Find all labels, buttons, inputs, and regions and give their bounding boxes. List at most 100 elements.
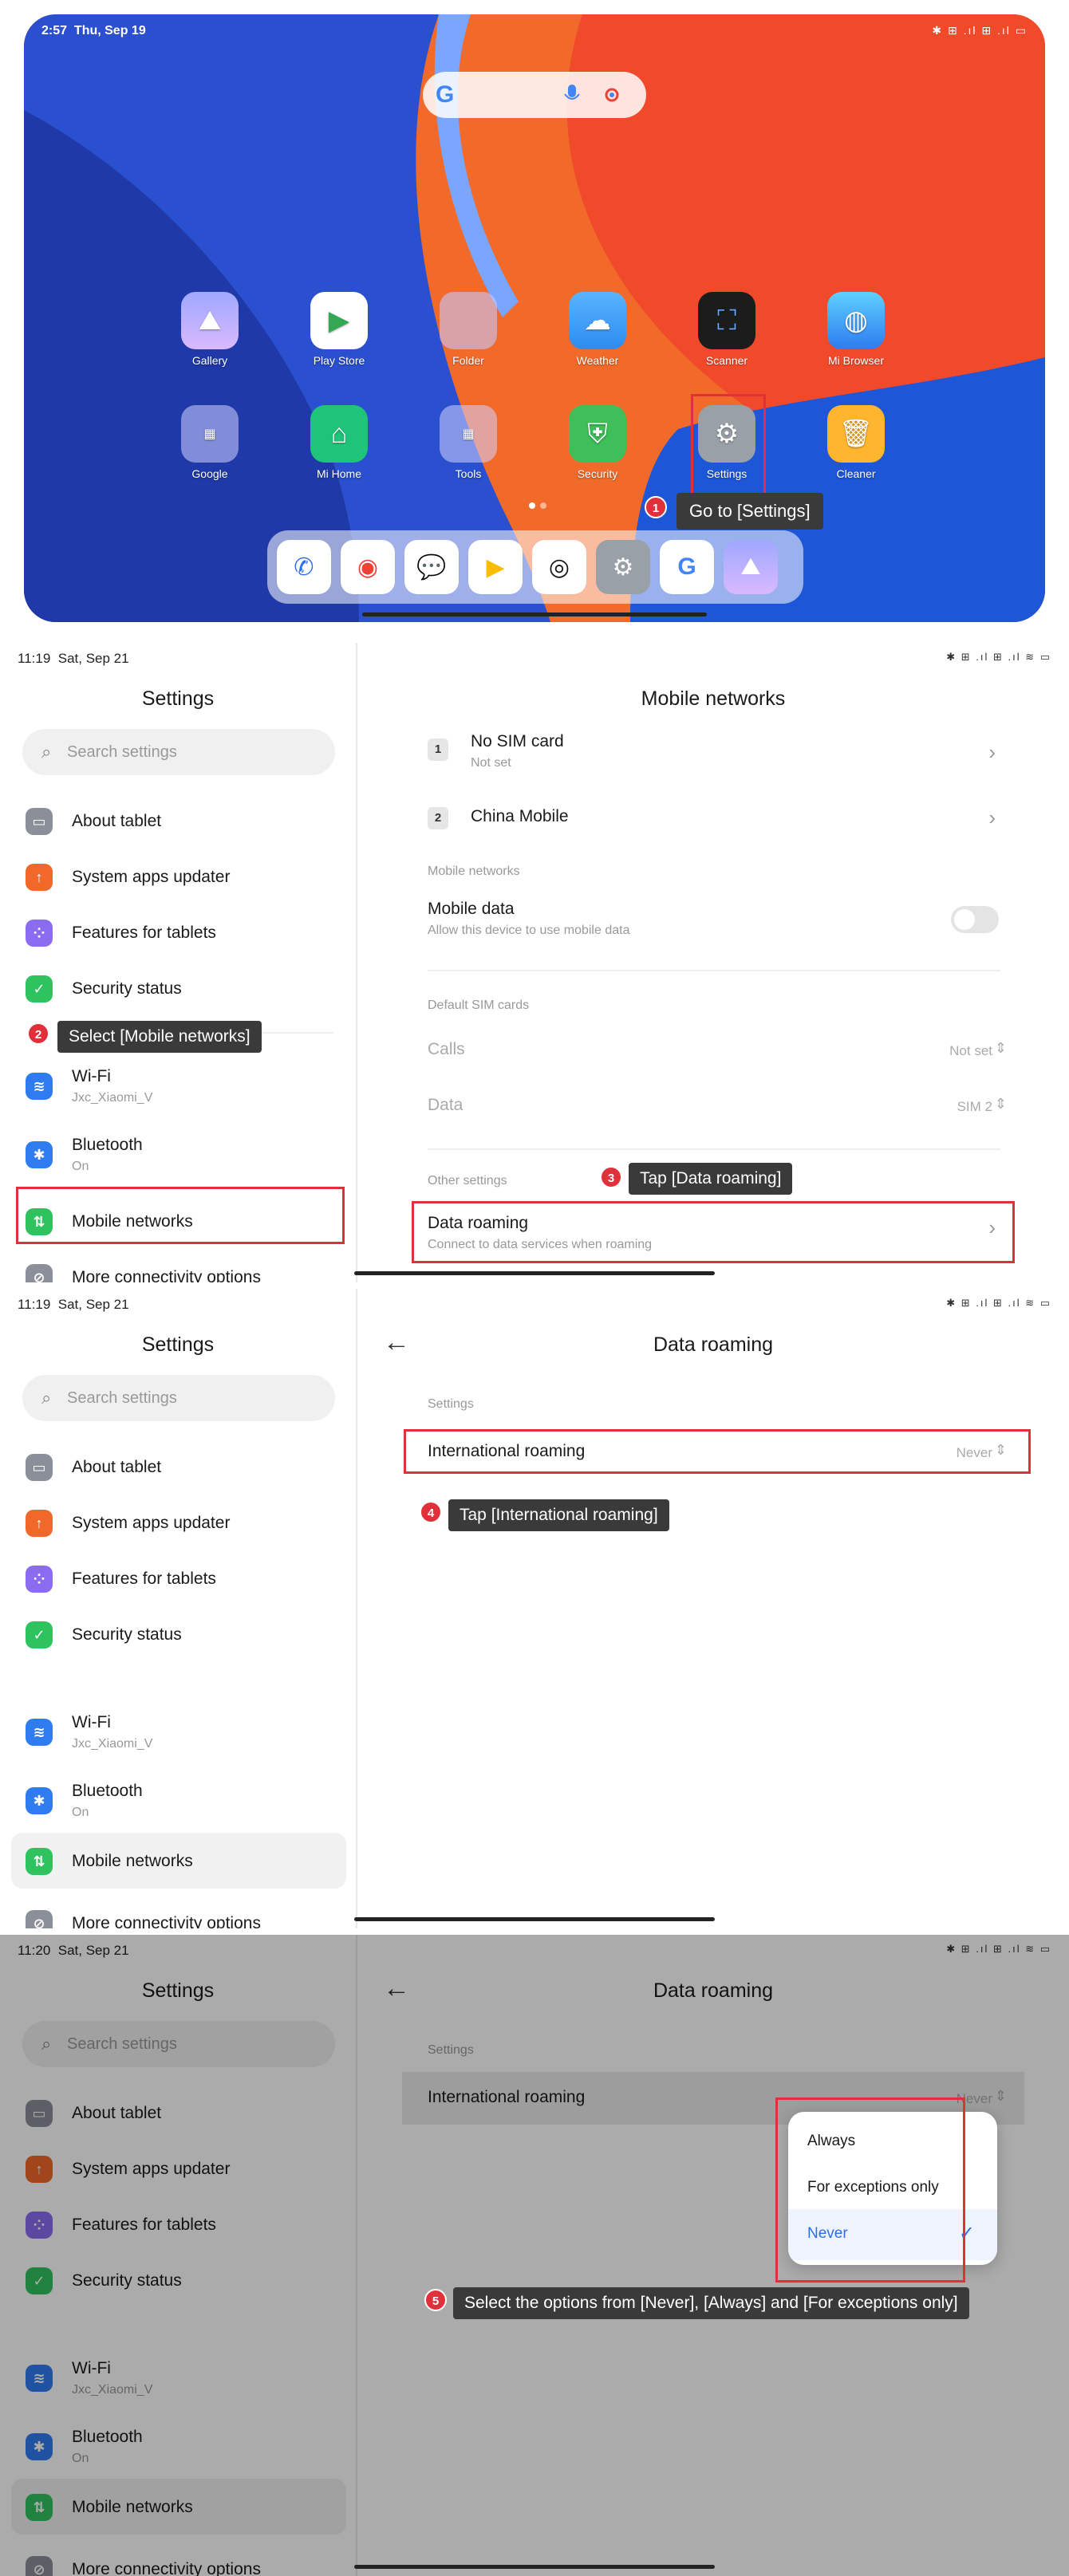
- app-mi-browser[interactable]: ◍ Mi Browser: [816, 292, 896, 367]
- tablet-icon: ▭: [26, 808, 53, 835]
- home-screen: 2:57 Thu, Sep 19 ✱ ⊞ .ıl ⊞ .ıl ▭ G ⛰ Gal…: [24, 14, 1045, 622]
- roaming-options-panel: 11:20 Sat, Sep 21 ✱ ⊞ .ıl ⊞ .ıl ≋ ▭ Sett…: [0, 1935, 1069, 2576]
- google-icon[interactable]: G: [660, 540, 714, 594]
- sidebar-item-bluetooth[interactable]: ✱ Bluetooth On: [11, 1126, 346, 1182]
- section-settings: Settings: [428, 1397, 474, 1411]
- grid-icon: ⁘: [26, 920, 53, 947]
- scanner-icon: ⛶: [698, 292, 755, 349]
- sidebar-item-security-status[interactable]: ✓ Security status: [11, 1606, 346, 1662]
- search-icon: ⌕: [41, 1388, 52, 1408]
- app-weather[interactable]: ☁ Weather: [558, 292, 637, 367]
- step-badge-3: 3: [600, 1166, 622, 1188]
- messages-icon[interactable]: 💬: [404, 540, 459, 594]
- sidebar-item-bluetooth[interactable]: ✱ Bluetooth On: [11, 1772, 346, 1828]
- pane-divider: [356, 1289, 357, 1928]
- sidebar-item-system-apps-updater[interactable]: ↑ System apps updater: [11, 1495, 346, 1550]
- camera-icon[interactable]: ◎: [532, 540, 586, 594]
- play-games-icon[interactable]: ▶: [468, 540, 523, 594]
- sidebar-item-features-for-tablets[interactable]: ⁘ Features for tablets: [11, 904, 346, 960]
- sim-2-row[interactable]: China Mobile ›: [402, 791, 1024, 849]
- page-title: Mobile networks: [641, 687, 786, 710]
- highlight-settings-app: [691, 394, 766, 498]
- bluetooth-icon: ✱: [26, 1787, 53, 1814]
- sidebar-item-system-apps-updater[interactable]: ↑ System apps updater: [11, 849, 346, 904]
- step-badge-1: 1: [645, 496, 667, 518]
- microphone-icon[interactable]: [563, 85, 581, 105]
- highlight-data-roaming: [412, 1201, 1015, 1263]
- sidebar-item-about-tablet[interactable]: ▭ About tablet: [11, 1439, 346, 1495]
- app-scanner[interactable]: ⛶ Scanner: [687, 292, 767, 367]
- gallery-dock-icon[interactable]: ⛰: [724, 540, 778, 594]
- callout-tap-international-roaming: Tap [International roaming]: [448, 1499, 669, 1531]
- callout-select-options: Select the options from [Never], [Always…: [453, 2287, 969, 2319]
- grid-icon: ⁘: [26, 1566, 53, 1593]
- home-indicator[interactable]: [354, 1917, 715, 1921]
- page-dot-active: [529, 502, 535, 509]
- data-roaming-panel: 11:19 Sat, Sep 21 ✱ ⊞ .ıl ⊞ .ıl ≋ ▭ Sett…: [0, 1289, 1069, 1928]
- link-icon: ⊘: [26, 1910, 53, 1928]
- page-title: Data roaming: [653, 1333, 774, 1356]
- search-input[interactable]: ⌕ Search settings: [22, 729, 335, 775]
- bluetooth-icon: ✱: [26, 1141, 53, 1168]
- mobile-data-row[interactable]: Mobile data Allow this device to use mob…: [402, 892, 1024, 947]
- gallery-icon: ⛰: [181, 292, 239, 349]
- wifi-icon: ≋: [26, 1719, 53, 1746]
- lens-icon[interactable]: [602, 85, 622, 105]
- link-icon: ⊘: [26, 1264, 53, 1282]
- app-google[interactable]: ▦ Google: [170, 405, 250, 480]
- google-search-widget[interactable]: G: [423, 72, 646, 118]
- google-g-icon: G: [436, 81, 455, 108]
- home-indicator[interactable]: [354, 2565, 715, 2569]
- step-badge-4: 4: [420, 1501, 442, 1523]
- sidebar-item-wifi[interactable]: ≋ Wi-Fi Jxc_Xiaomi_V: [11, 1058, 346, 1113]
- settings-sidebar: Settings ⌕ Search settings ▭ About tablet…: [0, 1289, 356, 1928]
- sim-1-row[interactable]: No SIM card Not set ›: [402, 723, 1024, 786]
- status-bar-left: 2:57 Thu, Sep 19: [41, 24, 146, 37]
- highlight-mobile-networks: [16, 1187, 345, 1244]
- settings-title: Settings: [141, 687, 215, 710]
- settings-dock-icon[interactable]: ⚙: [596, 540, 650, 594]
- sidebar-item-more-connectivity[interactable]: ⊘ More connectivity options: [11, 1895, 346, 1928]
- trash-icon: 🗑: [827, 405, 885, 463]
- section-default-sim: Default SIM cards: [428, 998, 530, 1012]
- data-sim-row[interactable]: Data SIM 2 ⇕: [402, 1081, 1024, 1129]
- status-bar-icons: ✱ ⊞ .ıl ⊞ .ıl ≋ ▭: [946, 1297, 1051, 1309]
- sidebar-item-mobile-networks[interactable]: ⇅ Mobile networks: [11, 1833, 346, 1889]
- sidebar-item-more-connectivity[interactable]: ⊘ More connectivity options: [11, 1249, 346, 1282]
- shield-icon: ⛨: [569, 405, 626, 463]
- tools-folder-icon: ▦: [440, 405, 497, 463]
- chrome-icon[interactable]: ◉: [341, 540, 395, 594]
- calls-row[interactable]: Calls Not set ⇕: [402, 1026, 1024, 1073]
- section-other-settings: Other settings: [428, 1174, 507, 1188]
- app-cleaner[interactable]: 🗑 Cleaner: [816, 405, 896, 480]
- app-folder[interactable]: Folder: [428, 292, 508, 367]
- step-badge-2: 2: [27, 1022, 49, 1045]
- shield-check-icon: ✓: [26, 1621, 53, 1648]
- app-play-store[interactable]: ▶ Play Store: [299, 292, 379, 367]
- app-mi-home[interactable]: ⌂ Mi Home: [299, 405, 379, 480]
- tablet-icon: ▭: [26, 1454, 53, 1481]
- arrow-up-icon: ↑: [26, 1510, 53, 1537]
- sidebar-item-about-tablet[interactable]: ▭ About tablet: [11, 793, 346, 849]
- phone-icon[interactable]: ✆: [277, 540, 331, 594]
- app-security[interactable]: ⛨ Security: [558, 405, 637, 480]
- sidebar-item-security-status[interactable]: ✓ Security status: [11, 960, 346, 1016]
- pane-divider: [356, 643, 357, 1282]
- mobile-networks-panel: 11:19 Sat, Sep 21 ✱ ⊞ .ıl ⊞ .ıl ≋ ▭ Sett…: [0, 643, 1069, 1282]
- search-input[interactable]: ⌕ Search settings: [22, 1375, 335, 1421]
- sidebar-item-wifi[interactable]: ≋ Wi-Fi Jxc_Xiaomi_V: [11, 1704, 346, 1759]
- home-indicator[interactable]: [354, 1271, 715, 1275]
- mobile-data-toggle[interactable]: [951, 906, 999, 933]
- app-gallery[interactable]: ⛰ Gallery: [170, 292, 250, 367]
- home-indicator[interactable]: [362, 612, 707, 616]
- app-tools[interactable]: ▦ Tools: [428, 405, 508, 480]
- page-dot: [540, 502, 546, 509]
- settings-title: Settings: [141, 1333, 215, 1356]
- divider: [428, 970, 1000, 971]
- browser-icon: ◍: [827, 292, 885, 349]
- folder-icon: [440, 292, 497, 349]
- chevron-updown-icon: ⇕: [994, 1096, 1007, 1112]
- sidebar-item-features-for-tablets[interactable]: ⁘ Features for tablets: [11, 1550, 346, 1606]
- step-badge-5: 5: [424, 2289, 447, 2311]
- google-folder-icon: ▦: [181, 405, 239, 463]
